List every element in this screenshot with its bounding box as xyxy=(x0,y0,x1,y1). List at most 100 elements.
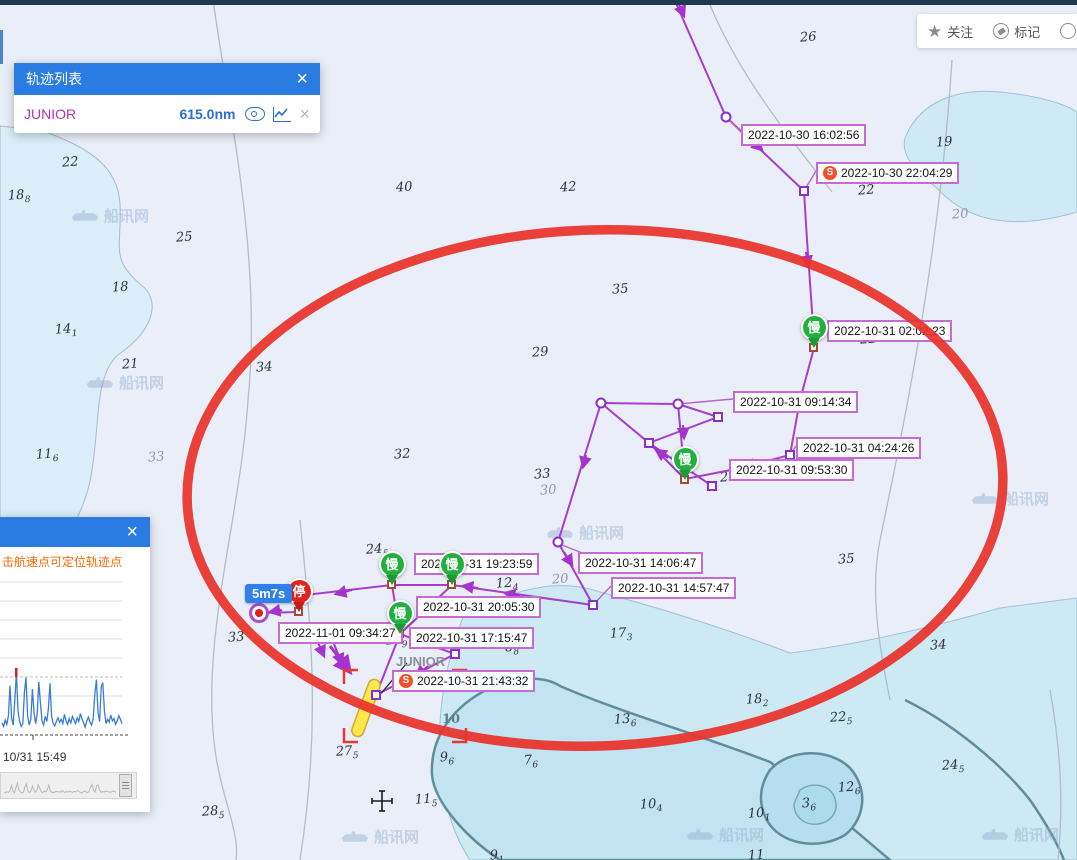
trend-line-icon xyxy=(274,108,289,120)
mark-button[interactable]: 标记 xyxy=(983,22,1050,41)
remove-track-icon[interactable]: × xyxy=(299,105,310,123)
depth-number: 91 xyxy=(489,848,504,860)
close-icon[interactable]: × xyxy=(126,522,138,542)
speed-time-label: 10/31 15:49 xyxy=(0,748,150,764)
timestamp-text: 2022-10-30 16:02:56 xyxy=(748,127,859,143)
satellite-status-icon: S xyxy=(823,166,837,180)
timestamp-text: 2022-10-31 14:57:47 xyxy=(618,580,729,596)
speed-history-panel: × 击航速点可定位轨迹点 10/31 15:49 xyxy=(0,517,150,812)
slow-pin[interactable]: 慢 xyxy=(671,446,699,480)
depth-number: 96 xyxy=(439,750,454,769)
track-timestamp-label[interactable]: S 2022-10-30 22:04:29 xyxy=(816,162,959,184)
track-timestamp-label[interactable]: 2022-10-31 14:57:47 xyxy=(611,577,736,599)
depth-number: 101 xyxy=(747,805,770,824)
scrollbar-handle[interactable] xyxy=(119,774,132,797)
depth-number: 173 xyxy=(609,625,632,644)
timestamp-text: 2022-10-31 21:43:32 xyxy=(417,673,528,689)
track-list-header: 轨迹列表 × xyxy=(14,63,320,95)
track-timestamp-label[interactable]: 2022-11-01 09:34:27 xyxy=(278,622,403,644)
track-end-marker[interactable] xyxy=(249,603,269,623)
pin-tail xyxy=(679,470,691,480)
track-timestamp-label[interactable]: 2022-10-31 20:05:30 xyxy=(416,596,541,618)
speed-chart-icon[interactable] xyxy=(273,107,291,122)
follow-label: 关注 xyxy=(947,22,973,41)
depth-number: 33 xyxy=(227,629,245,645)
pin-tail xyxy=(293,602,305,612)
track-timestamp-label[interactable]: 2022-10-30 16:02:56 xyxy=(741,124,866,146)
depth-number: 26 xyxy=(799,29,817,45)
depth-number: 245 xyxy=(941,757,964,776)
pin-label: 慢 xyxy=(379,551,406,578)
depth-number: 25 xyxy=(175,229,193,245)
site-watermark: 船讯网 xyxy=(70,205,149,226)
speed-range-scrollbar[interactable] xyxy=(0,772,137,799)
depth-number: 141 xyxy=(54,321,77,340)
ship-name-label[interactable]: JUNIOR xyxy=(396,654,445,669)
depth-number: 21 xyxy=(121,356,139,372)
track-timestamp-label[interactable]: 2022-10-31 14:06:47 xyxy=(578,552,703,574)
depth-number: 29 xyxy=(531,344,549,360)
timestamp-text: 2022-10-31 04:24:26 xyxy=(803,440,914,456)
depth-number: 182 xyxy=(745,691,768,710)
follow-button[interactable]: ★ 关注 xyxy=(917,22,983,41)
depth-number: 32 xyxy=(393,446,411,462)
depth-number: 18 xyxy=(111,279,129,295)
track-timestamp-label[interactable]: 2022-10-31 17:15:47 xyxy=(409,627,534,649)
more-button[interactable] xyxy=(1050,23,1077,39)
depth-number: 76 xyxy=(523,753,538,772)
slow-pin[interactable]: 慢 xyxy=(438,551,466,585)
slow-pin[interactable]: 慢 xyxy=(800,314,828,348)
visibility-eye-icon[interactable] xyxy=(245,107,265,121)
timestamp-text: 2022-10-31 20:05:30 xyxy=(423,599,534,615)
depth-number: 33 xyxy=(533,466,551,482)
pin-label: 慢 xyxy=(439,551,466,578)
timestamp-text: 2022-10-30 22:04:29 xyxy=(841,165,952,181)
depth-number: 34 xyxy=(929,637,947,653)
mark-label: 标记 xyxy=(1014,22,1040,41)
depth-number: 116 xyxy=(35,446,58,465)
close-icon[interactable]: × xyxy=(296,69,308,89)
pin-label: 慢 xyxy=(672,446,699,473)
track-timestamp-label[interactable]: S2022-10-31 21:43:32 xyxy=(392,670,535,692)
depth-number: 36 xyxy=(801,796,816,815)
pin-tail xyxy=(386,575,398,585)
depth-number: 20 xyxy=(951,206,969,222)
boat-icon xyxy=(970,492,1000,506)
track-timestamp-label[interactable]: 2022-10-31 02:02:23 xyxy=(827,320,952,342)
slow-pin[interactable]: 慢 xyxy=(386,600,414,634)
depth-number: 136 xyxy=(613,711,636,730)
stop-duration-tooltip: 5m7s xyxy=(245,584,292,603)
track-list-panel: 轨迹列表 × JUNIOR 615.0nm × xyxy=(14,63,320,133)
depth-number: 35 xyxy=(837,551,855,567)
depth-number: 124 xyxy=(495,575,518,594)
track-timestamp-label[interactable]: 2022-10-31 19:23:59 xyxy=(414,553,539,575)
depth-number: 188 xyxy=(7,187,30,206)
depth-number: 19 xyxy=(935,134,953,150)
depth-number: 104 xyxy=(639,796,662,815)
track-timestamp-label[interactable]: 2022-10-31 09:14:34 xyxy=(733,391,858,413)
site-watermark: 船讯网 xyxy=(85,372,164,393)
depth-number: 22 xyxy=(61,154,79,170)
track-timestamp-label[interactable]: 2022-10-31 09:53:30 xyxy=(729,459,854,481)
depth-number: 11 xyxy=(747,847,765,860)
ship-hull xyxy=(350,678,382,738)
circle-icon xyxy=(1060,23,1076,39)
track-ship-name[interactable]: JUNIOR xyxy=(24,106,179,122)
track-distance: 615.0nm xyxy=(179,106,235,122)
depth-number: 30 xyxy=(539,482,557,498)
depth-number: 42 xyxy=(559,179,577,195)
track-list-title: 轨迹列表 xyxy=(26,69,82,89)
boat-icon xyxy=(980,828,1010,842)
track-timestamp-label[interactable]: 2022-10-31 04:24:26 xyxy=(796,437,921,459)
speed-chart[interactable] xyxy=(0,572,150,748)
speed-overview-sparkline xyxy=(1,773,136,798)
depth-number: 34 xyxy=(255,359,273,375)
timestamp-text: 2022-10-31 09:14:34 xyxy=(740,394,851,410)
boat-icon xyxy=(545,526,575,540)
track-row-junior[interactable]: JUNIOR 615.0nm × xyxy=(14,95,320,133)
speed-panel-tip: 击航速点可定位轨迹点 xyxy=(0,547,150,572)
depth-number: 22 xyxy=(857,182,875,198)
speed-panel-header: × xyxy=(0,517,150,547)
slow-pin[interactable]: 慢 xyxy=(378,551,406,585)
depth-number: 40 xyxy=(395,179,413,195)
